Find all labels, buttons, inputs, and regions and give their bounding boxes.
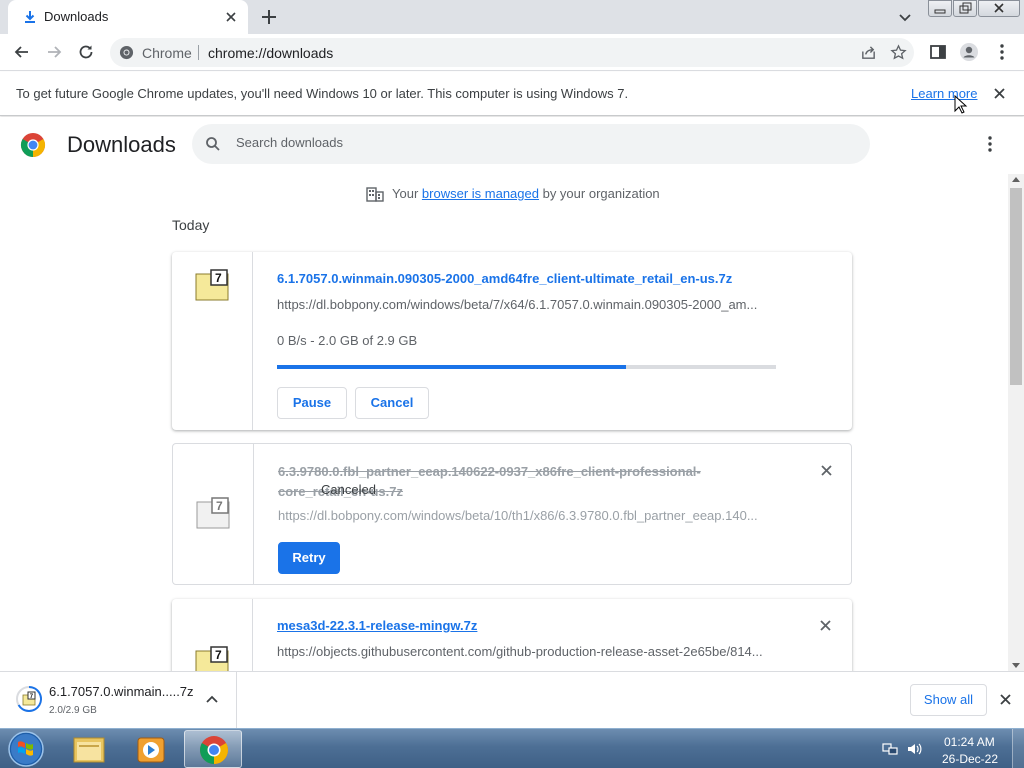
window-controls bbox=[928, 0, 1020, 18]
download-filename[interactable]: mesa3d-22.3.1-release-mingw.7z bbox=[277, 618, 477, 633]
page-scrollbar[interactable] bbox=[1008, 174, 1024, 671]
cancel-button[interactable]: Cancel bbox=[355, 387, 429, 419]
volume-icon[interactable] bbox=[906, 741, 922, 757]
close-window-button[interactable] bbox=[978, 0, 1020, 17]
svg-text:7: 7 bbox=[215, 648, 222, 662]
section-date-header: Today bbox=[172, 217, 210, 233]
shelf-download-item[interactable]: 7 6.1.7057.0.winmain.....7z 2.0/2.9 GB bbox=[0, 672, 237, 728]
scroll-up-arrow-icon[interactable] bbox=[1012, 177, 1020, 182]
managed-prefix: Your bbox=[392, 186, 419, 201]
taskbar-media-player[interactable] bbox=[122, 730, 180, 768]
search-input[interactable] bbox=[236, 135, 836, 150]
new-tab-icon[interactable] bbox=[258, 6, 280, 28]
tab-strip: Downloads bbox=[0, 0, 1024, 34]
share-icon[interactable] bbox=[860, 44, 877, 61]
7z-archive-icon: 7 bbox=[16, 686, 42, 712]
download-item-canceled: 7 6.3.9780.0.fbl_partner_eeap.140622-093… bbox=[172, 443, 852, 585]
building-icon bbox=[366, 187, 384, 202]
site-label: Chrome bbox=[142, 45, 192, 61]
svg-text:7: 7 bbox=[215, 271, 222, 285]
7z-archive-icon-gray: 7 bbox=[196, 497, 230, 529]
download-filename[interactable]: 6.1.7057.0.winmain.090305-2000_amd64fre_… bbox=[277, 271, 732, 286]
7z-archive-icon: 7 bbox=[195, 269, 229, 301]
bookmark-star-icon[interactable] bbox=[890, 44, 907, 61]
download-shelf: 7 6.1.7057.0.winmain.....7z 2.0/2.9 GB S… bbox=[0, 671, 1024, 728]
file-icon-area: 7 bbox=[173, 444, 254, 584]
download-url[interactable]: https://dl.bobpony.com/windows/beta/10/t… bbox=[278, 508, 758, 523]
scroll-down-arrow-icon[interactable] bbox=[1012, 663, 1020, 668]
address-bar[interactable]: Chrome chrome://downloads bbox=[110, 38, 914, 67]
download-icon bbox=[25, 11, 35, 23]
pause-button[interactable]: Pause bbox=[277, 387, 347, 419]
clock-date[interactable]: 26-Dec-22 bbox=[942, 752, 998, 766]
download-url[interactable]: https://objects.githubusercontent.com/gi… bbox=[277, 644, 763, 659]
mouse-cursor-icon bbox=[954, 95, 968, 114]
shelf-close-icon[interactable] bbox=[999, 693, 1012, 706]
start-orb-icon[interactable] bbox=[4, 730, 48, 768]
chrome-taskbar-icon bbox=[200, 736, 228, 764]
download-status: 0 B/s - 2.0 GB of 2.9 GB bbox=[277, 333, 418, 348]
page-title: Downloads bbox=[67, 132, 176, 157]
restore-button[interactable] bbox=[953, 0, 977, 17]
chrome-site-icon bbox=[119, 45, 134, 60]
network-icon[interactable] bbox=[882, 741, 898, 757]
update-infobar: To get future Google Chrome updates, you… bbox=[0, 72, 1024, 116]
infobar-message: To get future Google Chrome updates, you… bbox=[16, 86, 629, 101]
download-progress-bar bbox=[277, 365, 776, 369]
show-all-button[interactable]: Show all bbox=[910, 684, 987, 716]
chevron-up-icon[interactable] bbox=[205, 694, 219, 704]
more-actions-icon[interactable] bbox=[982, 135, 998, 153]
download-canceled-status: Canceled bbox=[321, 482, 376, 497]
file-icon-area: 7 bbox=[172, 252, 253, 430]
kebab-menu-icon[interactable] bbox=[992, 42, 1012, 62]
close-window-icon bbox=[994, 3, 1004, 13]
download-item-mesa: 7 mesa3d-22.3.1-release-mingw.7z https:/… bbox=[172, 599, 852, 671]
chrome-logo-icon bbox=[20, 133, 46, 157]
download-item-active: 7 6.1.7057.0.winmain.090305-2000_amd64fr… bbox=[172, 252, 852, 430]
restore-icon bbox=[959, 2, 972, 14]
search-icon bbox=[206, 137, 220, 151]
forward-arrow-icon[interactable] bbox=[44, 42, 64, 62]
browser-toolbar: Chrome chrome://downloads bbox=[0, 34, 1024, 71]
managed-notice: Your browser is managed by your organiza… bbox=[392, 186, 660, 201]
infobar-close-icon[interactable] bbox=[992, 86, 1007, 101]
download-url[interactable]: https://dl.bobpony.com/windows/beta/7/x6… bbox=[277, 297, 757, 312]
show-desktop-button[interactable] bbox=[1012, 729, 1024, 768]
file-icon-area: 7 bbox=[172, 599, 253, 671]
url-text[interactable]: chrome://downloads bbox=[208, 45, 333, 61]
omnibox-divider bbox=[198, 45, 199, 60]
tab-search-chevron-icon[interactable] bbox=[896, 8, 914, 26]
retry-button[interactable]: Retry bbox=[278, 542, 340, 574]
minimize-button[interactable] bbox=[928, 0, 952, 17]
downloads-page: Downloads Your browser is managed by you… bbox=[0, 117, 1024, 671]
progress-fill bbox=[277, 365, 627, 369]
tab-close-icon[interactable] bbox=[222, 8, 240, 26]
taskbar-explorer[interactable] bbox=[60, 730, 118, 768]
back-arrow-icon[interactable] bbox=[12, 42, 32, 62]
shelf-filename: 6.1.7057.0.winmain.....7z bbox=[49, 684, 194, 699]
search-box[interactable] bbox=[192, 124, 870, 164]
browser-managed-link[interactable]: browser is managed bbox=[422, 186, 539, 201]
folder-icon bbox=[73, 737, 105, 763]
tab-title: Downloads bbox=[44, 9, 109, 24]
clock-time[interactable]: 01:24 AM bbox=[944, 735, 995, 749]
7z-archive-icon: 7 bbox=[195, 646, 229, 671]
taskbar-chrome[interactable] bbox=[184, 730, 242, 768]
svg-text:7: 7 bbox=[216, 499, 223, 513]
shelf-filesize: 2.0/2.9 GB bbox=[49, 705, 97, 716]
reload-icon[interactable] bbox=[76, 42, 96, 62]
windows-taskbar: 01:24 AM 26-Dec-22 bbox=[0, 728, 1024, 768]
remove-item-close-icon[interactable] bbox=[819, 619, 832, 632]
minimize-icon bbox=[934, 9, 946, 14]
managed-suffix: by your organization bbox=[542, 186, 660, 201]
media-player-icon bbox=[137, 737, 165, 763]
scroll-thumb[interactable] bbox=[1010, 188, 1022, 385]
remove-item-close-icon[interactable] bbox=[820, 464, 833, 477]
profile-avatar-icon[interactable] bbox=[959, 42, 979, 62]
tab-downloads[interactable]: Downloads bbox=[8, 0, 248, 34]
side-panel-icon[interactable] bbox=[928, 42, 948, 62]
